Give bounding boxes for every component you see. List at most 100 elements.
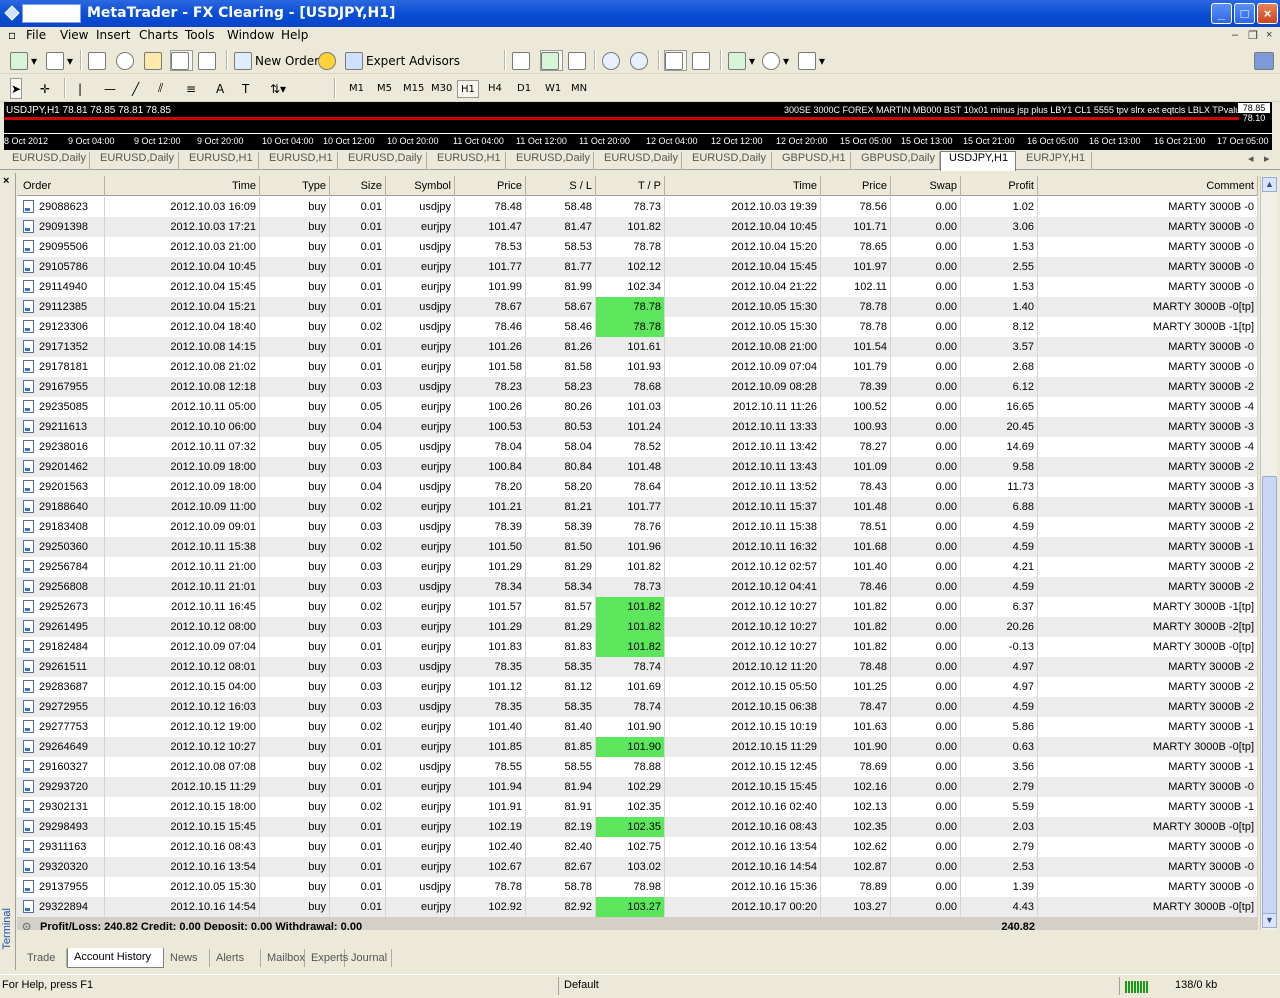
table-row[interactable]: 29182484 2012.10.09 07:04 buy 0.01 eurjpy 101… <box>17 637 1258 657</box>
table-row[interactable]: 29272955 2012.10.12 16:03 buy 0.03 usdjpy 78.… <box>17 697 1258 717</box>
line-chart-button[interactable] <box>568 50 589 71</box>
table-row[interactable]: 29123306 2012.10.04 18:40 buy 0.02 usdjpy 78.… <box>17 317 1258 337</box>
messages-button[interactable] <box>1254 50 1277 71</box>
table-row[interactable]: 29160327 2012.10.08 07:08 buy 0.02 usdjpy 78.… <box>17 757 1258 777</box>
scroll-up-icon[interactable]: ▲ <box>1262 177 1277 192</box>
terminal-tab-experts[interactable]: Experts <box>305 949 348 967</box>
table-row[interactable]: 29250360 2012.10.11 15:38 buy 0.02 eurjpy 101… <box>17 537 1258 557</box>
arrows-tool[interactable]: ⇅▾ <box>270 78 286 99</box>
text-tool[interactable]: A <box>216 78 224 99</box>
table-row[interactable]: 29091398 2012.10.03 17:21 buy 0.01 eurjpy 101… <box>17 217 1258 237</box>
table-row[interactable]: 29261511 2012.10.12 08:01 buy 0.03 usdjpy 78.… <box>17 657 1258 677</box>
table-row[interactable]: 29252673 2012.10.11 16:45 buy 0.02 eurjpy 101… <box>17 597 1258 617</box>
terminal-tab-mailbox[interactable]: Mailbox <box>261 949 305 967</box>
indicators-button[interactable]: ▾ <box>728 50 755 71</box>
chart-tab[interactable]: EURUSD,Daily <box>682 152 772 170</box>
terminal-tab-news[interactable]: News <box>164 949 210 967</box>
templates-button[interactable]: ▾ <box>798 50 825 71</box>
column-header-comment[interactable]: Comment <box>1038 176 1258 196</box>
timeframe-m1[interactable]: M1 <box>346 80 367 98</box>
menu-insert[interactable]: Insert <box>96 28 130 42</box>
table-row[interactable]: 29322894 2012.10.16 14:54 buy 0.01 eurjpy 102… <box>17 897 1258 917</box>
timeframe-mn[interactable]: MN <box>568 80 590 98</box>
chart-tab[interactable]: EURJPY,H1 <box>1016 152 1092 170</box>
table-row[interactable]: 29298493 2012.10.15 15:45 buy 0.01 eurjpy 102… <box>17 817 1258 837</box>
vertical-line-tool[interactable]: | <box>78 78 82 99</box>
timeframe-d1[interactable]: D1 <box>514 80 534 98</box>
table-row[interactable]: 29114940 2012.10.04 15:45 buy 0.01 eurjpy 101… <box>17 277 1258 297</box>
navigator-button[interactable] <box>144 50 165 71</box>
menu-help[interactable]: Help <box>281 28 308 42</box>
terminal-tab-journal[interactable]: Journal <box>345 949 392 967</box>
crosshair-tool[interactable]: ✛ <box>40 78 50 99</box>
table-row[interactable]: 29283687 2012.10.15 04:00 buy 0.03 eurjpy 101… <box>17 677 1258 697</box>
menu-tools[interactable]: Tools <box>185 28 215 42</box>
cursor-tool[interactable]: ➤ <box>10 78 23 99</box>
chart-shift-button[interactable] <box>692 50 713 71</box>
table-row[interactable]: 29320320 2012.10.16 13:54 buy 0.01 eurjpy 102… <box>17 857 1258 877</box>
timeframe-h1[interactable]: H1 <box>457 80 479 98</box>
timeframe-w1[interactable]: W1 <box>542 80 564 98</box>
column-header-tp[interactable]: T / P <box>596 176 665 196</box>
table-row[interactable]: 29264649 2012.10.12 10:27 buy 0.01 eurjpy 101… <box>17 737 1258 757</box>
terminal-tab-alerts[interactable]: Alerts <box>210 949 261 967</box>
autotrading-alert-button[interactable] <box>318 50 339 71</box>
scroll-thumb[interactable] <box>1262 476 1277 916</box>
usdjpy-chart[interactable]: USDJPY,H1 78.81 78.85 78.81 78.85 300SE … <box>4 102 1272 150</box>
table-row[interactable]: 29167955 2012.10.08 12:18 buy 0.03 usdjpy 78.… <box>17 377 1258 397</box>
terminal-tab-account-history[interactable]: Account History <box>67 948 164 968</box>
table-row[interactable]: 29183408 2012.10.09 09:01 buy 0.03 usdjpy 78.… <box>17 517 1258 537</box>
timeframe-m5[interactable]: M5 <box>374 80 395 98</box>
metatrader-app-icon[interactable] <box>4 5 20 21</box>
menu-file[interactable]: File <box>26 28 46 42</box>
periods-button[interactable]: ▾ <box>762 50 789 71</box>
minimize-button[interactable]: _ <box>1211 3 1232 24</box>
menu-charts[interactable]: Charts <box>139 28 178 42</box>
chart-tab[interactable]: EURUSD,Daily <box>338 152 427 170</box>
table-row[interactable]: 29178181 2012.10.08 21:02 buy 0.01 eurjpy 101… <box>17 357 1258 377</box>
table-row[interactable]: 29088623 2012.10.03 16:09 buy 0.01 usdjpy 78.… <box>17 197 1258 217</box>
auto-scroll-button[interactable] <box>664 50 687 71</box>
table-row[interactable]: 29112385 2012.10.04 15:21 buy 0.01 usdjpy 78.… <box>17 297 1258 317</box>
chart-tab[interactable]: EURUSD,Daily <box>506 152 594 170</box>
table-row[interactable]: 29201563 2012.10.09 18:00 buy 0.04 usdjpy 78.… <box>17 477 1258 497</box>
strategy-tester-button[interactable] <box>198 50 219 71</box>
column-header-price[interactable]: Price <box>455 176 526 196</box>
table-row[interactable]: 29256784 2012.10.11 21:00 buy 0.03 eurjpy 101… <box>17 557 1258 577</box>
trendline-tool[interactable]: ╱ <box>132 78 139 99</box>
new-order-button[interactable]: New Order <box>234 50 319 71</box>
scroll-down-icon[interactable]: ▼ <box>1262 913 1277 928</box>
column-header-size[interactable]: Size <box>330 176 386 196</box>
expert-advisors-button[interactable]: Expert Advisors <box>345 50 460 71</box>
profiles-button[interactable]: ▾ <box>46 50 73 71</box>
column-header-profit[interactable]: Profit <box>961 176 1038 196</box>
table-row[interactable]: 29188640 2012.10.09 11:00 buy 0.02 eurjpy 101… <box>17 497 1258 517</box>
zoom-out-button[interactable] <box>630 50 651 71</box>
table-row[interactable]: 29137955 2012.10.05 15:30 buy 0.01 usdjpy 78.… <box>17 877 1258 897</box>
chart-tab[interactable]: GBPUSD,Daily <box>851 152 940 170</box>
vertical-scrollbar[interactable]: ▲ ▼ <box>1260 176 1277 930</box>
menu-view[interactable]: View <box>60 28 88 42</box>
table-row[interactable]: 29095506 2012.10.03 21:00 buy 0.01 usdjpy 78.… <box>17 237 1258 257</box>
horizontal-line-tool[interactable]: — <box>104 78 116 99</box>
timeframe-m15[interactable]: M15 <box>400 80 427 98</box>
table-row[interactable]: 29105786 2012.10.04 10:45 buy 0.01 eurjpy 101… <box>17 257 1258 277</box>
chart-tab[interactable]: EURUSD,H1 <box>427 152 506 170</box>
table-row[interactable]: 29256808 2012.10.11 21:01 buy 0.03 usdjpy 78.… <box>17 577 1258 597</box>
table-row[interactable]: 29311163 2012.10.16 08:43 buy 0.01 eurjpy 102… <box>17 837 1258 857</box>
candlestick-button[interactable] <box>540 50 563 71</box>
maximize-button[interactable]: □ <box>1234 3 1255 24</box>
table-row[interactable]: 29201462 2012.10.09 18:00 buy 0.03 eurjpy 100… <box>17 457 1258 477</box>
new-chart-button[interactable]: ▾ <box>10 50 37 71</box>
table-row[interactable]: 29261495 2012.10.12 08:00 buy 0.03 eurjpy 101… <box>17 617 1258 637</box>
terminal-tab-trade[interactable]: Trade <box>21 949 67 967</box>
text-label-tool[interactable]: T <box>242 78 249 99</box>
column-header-type[interactable]: Type <box>260 176 330 196</box>
terminal-button[interactable] <box>170 50 193 71</box>
chart-tab[interactable]: EURUSD,H1 <box>259 152 338 170</box>
chart-tab[interactable]: USDJPY,H1 <box>940 151 1016 171</box>
table-row[interactable]: 29277753 2012.10.12 19:00 buy 0.02 eurjpy 101… <box>17 717 1258 737</box>
column-header-sl[interactable]: S / L <box>526 176 596 196</box>
timeframe-h4[interactable]: H4 <box>485 80 505 98</box>
terminal-close-icon[interactable]: × <box>3 175 9 187</box>
